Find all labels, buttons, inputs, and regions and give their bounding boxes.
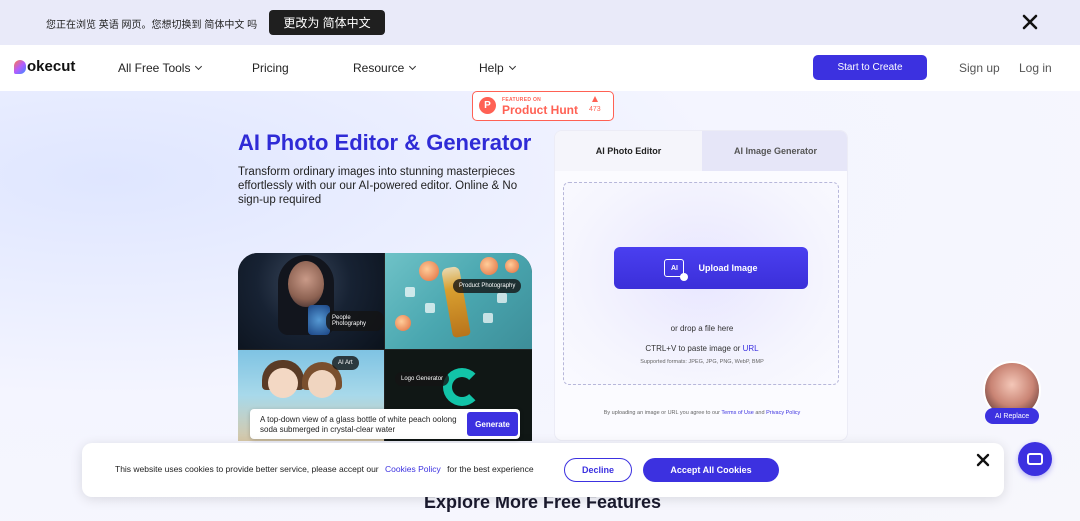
sign-up-link[interactable]: Sign up: [959, 61, 1000, 75]
portrait-face: [288, 261, 324, 307]
start-to-create-button[interactable]: Start to Create: [813, 55, 927, 80]
paste-hint: CTRL+V to paste image or URL: [564, 344, 840, 353]
accept-all-cookies-button[interactable]: Accept All Cookies: [643, 458, 779, 482]
url-link[interactable]: URL: [743, 344, 759, 353]
terms-prefix: By uploading an image or URL you agree t…: [603, 410, 720, 416]
pokecut-logo[interactable]: okecut: [14, 58, 75, 75]
cookies-policy-link[interactable]: Cookies Policy: [385, 464, 441, 474]
prompt-text[interactable]: A top-down view of a glass bottle of whi…: [260, 415, 465, 435]
ice-cube: [405, 287, 415, 297]
product-hunt-name: Product Hunt: [502, 103, 578, 117]
tile-label: AI Art: [332, 356, 359, 370]
nav-help[interactable]: Help: [479, 61, 516, 75]
product-hunt-badge[interactable]: P FEATURED ON Product Hunt 473: [472, 91, 614, 121]
editor-panel: AI Photo Editor AI Image Generator AI Up…: [554, 130, 848, 441]
chevron-down-icon: [195, 62, 203, 71]
cookie-text-before: This website uses cookies to provide bet…: [115, 464, 379, 474]
product-hunt-count: 473: [589, 106, 601, 113]
drop-text: or drop a file here: [670, 324, 734, 333]
close-icon[interactable]: [1020, 12, 1040, 32]
ice-cube: [497, 293, 507, 303]
terms-of-use-link[interactable]: Terms of Use: [721, 410, 753, 416]
tile-label: Logo Generator: [395, 372, 450, 386]
nav-resource[interactable]: Resource: [353, 61, 417, 75]
upload-label: Upload Image: [698, 263, 758, 273]
nav-pricing[interactable]: Pricing: [252, 61, 289, 75]
nav-label: Help: [479, 61, 504, 75]
generate-button[interactable]: Generate: [467, 412, 518, 436]
chat-icon: [1027, 449, 1043, 465]
ai-replace-label[interactable]: AI Replace: [985, 408, 1039, 424]
chevron-down-icon: [409, 62, 417, 71]
top-nav: okecut All Free Tools Pricing Resource H…: [0, 45, 1080, 91]
chat-button[interactable]: [1018, 442, 1052, 476]
page-title: AI Photo Editor & Generator: [238, 130, 532, 155]
generated-logo-image: [443, 368, 481, 406]
ice-cube: [483, 313, 493, 323]
upload-image-button[interactable]: AI Upload Image: [614, 247, 808, 289]
nav-all-free-tools[interactable]: All Free Tools: [118, 61, 203, 75]
anime-face: [308, 370, 336, 398]
peach-image: [395, 315, 411, 331]
chevron-down-icon: [508, 62, 516, 71]
tile-label: People Photography: [326, 311, 384, 331]
paste-text: CTRL+V to paste image or: [645, 344, 741, 353]
logo-mark-icon: [14, 59, 26, 74]
anime-face: [268, 368, 298, 398]
people-photography-tile[interactable]: People Photography: [238, 253, 384, 349]
log-in-link[interactable]: Log in: [1019, 61, 1052, 75]
bottle-image: [441, 265, 471, 339]
tab-ai-photo-editor[interactable]: AI Photo Editor: [555, 131, 702, 171]
peach-image: [480, 257, 498, 275]
nav-label: Resource: [353, 61, 405, 75]
peach-image: [505, 259, 519, 273]
ice-cube: [425, 303, 435, 313]
terms-and: and: [755, 410, 765, 416]
upload-dropzone[interactable]: AI Upload Image or drop a file here CTRL…: [563, 182, 839, 385]
language-banner-text: 您正在浏览 英语 网页。您想切换到 简体中文 吗: [46, 20, 258, 31]
cookie-text-after: for the best experience: [447, 464, 534, 474]
peach-image: [419, 261, 439, 281]
privacy-policy-link[interactable]: Privacy Policy: [766, 410, 800, 416]
product-photography-tile[interactable]: Product Photography: [385, 253, 532, 349]
hero-description: Transform ordinary images into stunning …: [238, 166, 518, 206]
tile-label: Product Photography: [453, 279, 522, 293]
supported-formats: Supported formats: JPEG, JPG, PNG, WebP,…: [640, 359, 764, 365]
cookie-text: This website uses cookies to provide bet…: [115, 464, 534, 474]
upvote-arrow-icon: [592, 96, 598, 102]
decline-button[interactable]: Decline: [564, 458, 632, 482]
tab-ai-image-generator[interactable]: AI Image Generator: [702, 131, 847, 171]
nav-label: All Free Tools: [118, 61, 191, 75]
switch-language-button[interactable]: 更改为 简体中文: [269, 10, 385, 35]
product-hunt-icon: P: [479, 97, 496, 114]
cookie-banner: This website uses cookies to provide bet…: [82, 443, 1004, 497]
ai-upload-icon: AI: [664, 259, 689, 281]
language-banner: 您正在浏览 英语 网页。您想切换到 简体中文 吗 更改为 简体中文: [0, 0, 1080, 45]
terms-notice: By uploading an image or URL you agree t…: [555, 410, 847, 416]
logo-text: okecut: [27, 58, 76, 75]
nav-label: Pricing: [252, 61, 289, 75]
close-icon[interactable]: [975, 452, 991, 468]
